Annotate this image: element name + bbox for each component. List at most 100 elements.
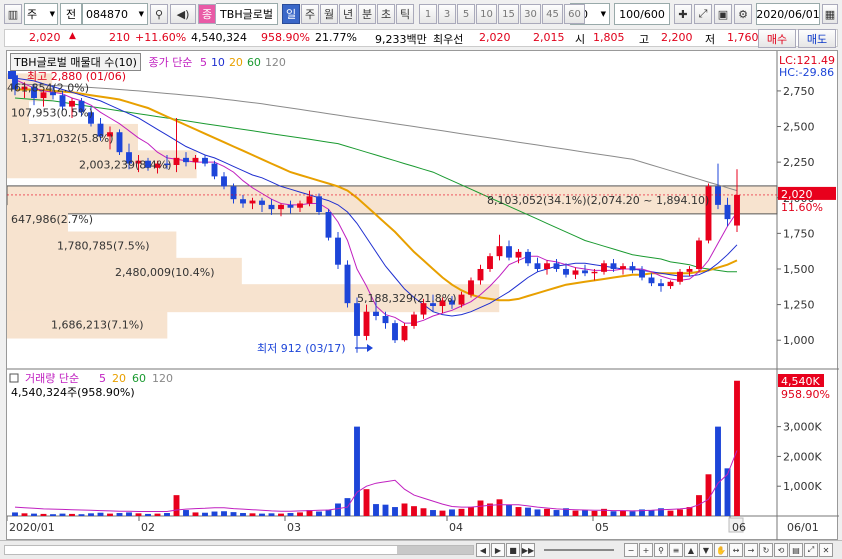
range-display[interactable]: 100/600 [614,3,670,25]
market-select[interactable]: 주 ▼ [24,3,58,25]
minute-tab-3[interactable]: 10 [476,4,497,24]
volume-bar [259,513,265,516]
volume-bar [411,506,417,516]
stock-code-input[interactable]: 084870 ▼ [82,3,148,25]
sell-button[interactable]: 매도 [798,29,836,48]
gear-icon[interactable]: ⚙ [734,4,752,24]
range-value: 100/600 [619,7,665,21]
scroll-bar[interactable]: ◀ ▶ ■ ▶▶ − + ⚲ ≡ ▲ ▼ ✋ ↔ → ↻ ⟲ ▤ ⤢ ✕ [0,540,842,559]
reset-icon[interactable]: ⟲ [774,543,788,557]
pan-icon[interactable]: ✋ [714,543,728,557]
price-volume-chart[interactable]: 2,7502,5002,2502,0001,7501,5001,2501,000… [6,51,839,541]
volume-bar [648,510,655,516]
candle-body [724,204,731,220]
volume-bar [21,513,28,516]
sell-button-label: 매도 [806,32,828,46]
calendar-icon[interactable]: ▦ [822,4,838,24]
sort-icon[interactable]: ≡ [669,543,683,557]
minute-tab-1[interactable]: 3 [438,4,456,24]
speed-slider[interactable] [544,549,614,551]
period-tab-4[interactable]: 분 [358,4,376,24]
volume-bar [392,507,398,516]
down-icon[interactable]: ▼ [699,543,713,557]
volume-bar [724,468,731,516]
time-scroll-track[interactable] [4,545,474,555]
candle-body [249,200,256,204]
minute-tab-0[interactable]: 1 [419,4,437,24]
refresh-icon[interactable]: ↻ [759,543,773,557]
close-icon[interactable]: ✕ [819,543,833,557]
minute-tab-7[interactable]: 60 [564,4,585,24]
print-icon[interactable]: ▤ [789,543,803,557]
volume-bar [544,508,550,516]
last-vol-label: 4,540K [781,375,820,388]
layout-icon[interactable]: ▥ [4,4,22,24]
minute-tab-2[interactable]: 5 [457,4,475,24]
mode-toggle[interactable]: 전 [60,3,82,25]
period-tab-1[interactable]: 주 [301,4,319,24]
buy-button[interactable]: 매수 [758,29,796,48]
candle-body [667,281,674,287]
arrow-icon[interactable]: → [744,543,758,557]
period-tab-6[interactable]: 틱 [396,4,414,24]
date-input[interactable]: 2020/06/01 [756,3,820,25]
best-bid: 2,015 [533,31,565,44]
zoom-in-icon[interactable]: + [639,543,653,557]
x-tick-label: 03 [287,521,301,534]
y-tick-label: 1,000 [783,334,815,347]
period-tab-3[interactable]: 년 [339,4,357,24]
chart-area[interactable]: 2,7502,5002,2502,0001,7501,5001,2501,000… [6,50,839,541]
volume-bar [183,510,189,516]
volume-bar [268,513,275,516]
open-price: 1,805 [593,31,625,44]
profile-legend[interactable]: TBH글로벌 매물대 수(10) [10,53,141,71]
candle-body [221,176,227,187]
rewind-icon[interactable]: ◀ [476,543,490,557]
chevron-down-icon: ▼ [600,10,606,18]
volume-bar [154,513,161,516]
volume-bar [40,513,47,516]
volume-pct: 958.90% [261,31,310,44]
candle-body [306,196,313,204]
candle-body [553,263,560,269]
volume-profile-label: 8,103,052(34.1%)(2,074.20 ~ 1,894.10) [487,194,709,207]
stop-icon[interactable]: ■ [506,543,520,557]
zoom-out-icon[interactable]: − [624,543,638,557]
y-tick-label: 1,750 [783,227,815,240]
period-tab-2[interactable]: 월 [320,4,338,24]
period-tab-0[interactable]: 일 [282,4,300,24]
volume-bar [50,514,56,516]
minute-tab-6[interactable]: 45 [542,4,563,24]
volume-bar [278,513,284,516]
minute-tab-5[interactable]: 30 [520,4,541,24]
candle-body [183,157,189,163]
play-icon[interactable]: ▶ [491,543,505,557]
move-icon[interactable]: ↔ [729,543,743,557]
magnifier-icon[interactable]: ⚲ [654,543,668,557]
candle-body [715,186,721,205]
search-icon[interactable]: ⚲ [150,4,168,24]
sound-icon[interactable]: ◀) [170,4,196,24]
fullscreen-icon[interactable]: ⤢ [804,543,818,557]
volume-bar [31,513,37,516]
chart-icon[interactable]: ⤢ [694,4,712,24]
candle-body [582,270,588,274]
volume-bar [534,509,541,516]
candle-body [477,268,484,281]
candle-body [354,303,360,336]
candle-body [116,132,123,153]
save-icon[interactable]: ▣ [714,4,732,24]
x-tick-label: 06 [732,521,746,534]
volume-bar [629,511,636,516]
period-tab-5[interactable]: 초 [377,4,395,24]
crosshair-icon[interactable]: ✚ [674,4,692,24]
minute-tab-4[interactable]: 15 [498,4,519,24]
candle-body [610,263,617,269]
up-icon[interactable]: ▲ [684,543,698,557]
candle-body [278,204,284,210]
candle-body [59,95,66,107]
high-price: 2,200 [661,31,693,44]
time-scroll-thumb[interactable] [397,546,473,554]
candle-body [316,196,322,212]
forward-icon[interactable]: ▶▶ [521,543,535,557]
